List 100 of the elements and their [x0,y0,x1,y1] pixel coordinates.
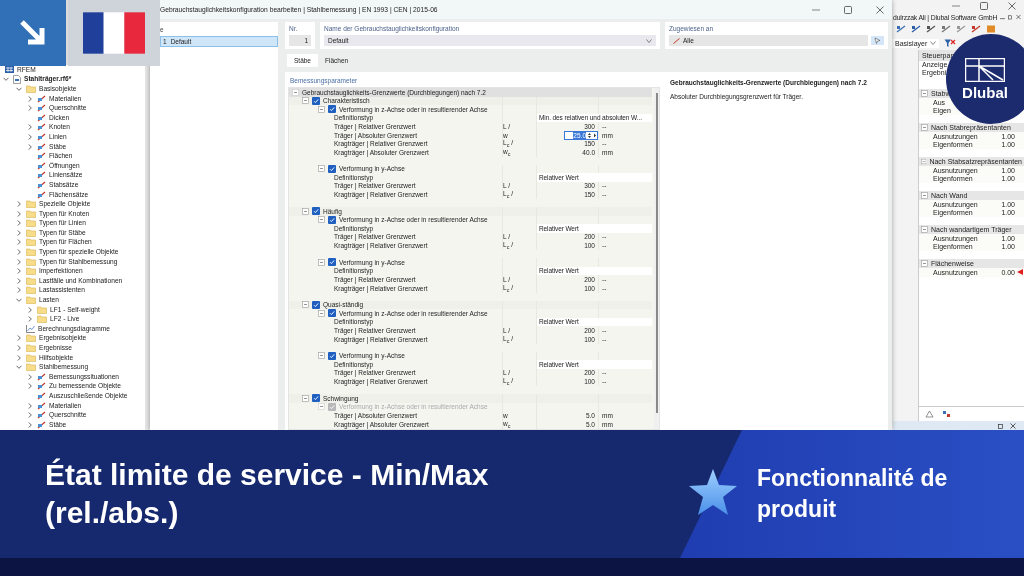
star-icon [688,468,738,516]
collapse-icon[interactable] [302,97,309,105]
maximize-icon[interactable] [980,2,988,10]
chevron-right-icon[interactable] [27,421,33,428]
box-icon[interactable] [986,25,996,33]
collapse-icon[interactable] [921,192,928,199]
collapse-icon[interactable] [921,124,928,131]
checkbox[interactable] [312,96,320,105]
caret-icon [930,41,937,45]
checkbox[interactable] [328,215,336,224]
chevron-down-icon[interactable] [16,86,22,92]
chevron-right-icon[interactable] [27,105,33,112]
spinner-icon[interactable] [587,131,597,139]
collapse-icon[interactable] [302,394,309,402]
arrow-icon [18,18,48,48]
select-button[interactable] [871,36,884,45]
object-icon [37,372,46,381]
chevron-right-icon[interactable] [27,412,33,419]
chevron-right-icon[interactable] [27,383,33,390]
collapse-icon[interactable] [921,90,928,97]
flag-icon [83,12,145,54]
collapse-icon[interactable] [318,352,325,360]
banner-tagline: Fonctionnalité de produit [757,464,949,524]
checkbox[interactable] [328,309,336,318]
checkbox[interactable] [312,394,320,403]
close-icon[interactable] [876,5,884,14]
chevron-right-icon[interactable] [16,268,22,275]
object-icon [37,152,46,161]
checkbox[interactable] [328,351,336,360]
maximize-icon[interactable] [844,5,852,14]
chevron-right-icon[interactable] [16,345,22,351]
cursor-icon [874,37,881,44]
object-icon [37,411,46,420]
chevron-right-icon[interactable] [27,373,33,380]
model-tab-icon[interactable] [925,410,934,418]
support-icon[interactable] [971,25,981,33]
surface-icon[interactable] [956,25,966,33]
checkbox[interactable] [328,258,336,267]
node-icon[interactable] [896,25,906,33]
checkbox[interactable] [312,207,320,216]
bridge-icon [965,57,1005,82]
chevron-down-icon[interactable] [16,297,22,304]
chevron-right-icon[interactable] [16,287,22,294]
object-icon [37,382,46,391]
collapse-icon[interactable] [921,260,928,267]
chevron-right-icon[interactable] [16,229,22,236]
member-icon [673,37,680,44]
results-tab-icon[interactable] [942,410,951,418]
chevron-right-icon[interactable] [27,143,33,150]
chevron-right-icon[interactable] [16,258,22,265]
filter-icon[interactable] [944,38,957,48]
checkbox[interactable] [328,105,336,114]
banner-title: État limite de service - Min/Max (rel./abs.) [45,457,490,531]
chevron-right-icon[interactable] [16,335,22,342]
chevron-right-icon[interactable] [16,354,22,361]
folder-icon [26,85,36,93]
object-icon [37,161,46,170]
object-icon [37,104,46,113]
collapse-icon[interactable] [318,165,325,173]
line-icon[interactable] [911,25,921,33]
chevron-right-icon[interactable] [27,133,33,140]
chevron-right-icon[interactable] [27,124,33,131]
chevron-right-icon[interactable] [27,306,33,313]
collapse-icon[interactable] [318,309,325,317]
file-icon [13,74,21,84]
chevron-down-icon[interactable] [3,76,9,83]
restore-icon[interactable] [1008,14,1014,20]
load-icon[interactable] [941,25,951,33]
chevron-right-icon[interactable] [27,402,33,409]
scrollbar[interactable] [654,88,659,429]
chevron-right-icon[interactable] [16,277,22,284]
chevron-down-icon[interactable] [16,364,22,371]
close-icon[interactable] [1010,422,1016,429]
chevron-right-icon[interactable] [27,95,33,102]
restore-icon[interactable] [998,422,1004,429]
checkbox[interactable] [312,300,320,309]
minimize-icon[interactable] [952,2,960,10]
collapse-icon[interactable] [318,105,325,113]
chevron-right-icon[interactable] [16,201,22,208]
chevron-right-icon[interactable] [16,210,22,217]
chevron-right-icon[interactable] [16,249,22,256]
chevron-right-icon[interactable] [16,239,22,246]
collapse-icon[interactable] [921,158,927,165]
chevron-right-icon[interactable] [27,316,33,323]
collapse-icon[interactable] [302,301,309,309]
chevron-right-icon[interactable] [16,220,22,227]
collapse-icon[interactable] [302,207,309,215]
collapse-icon[interactable] [292,88,299,96]
collapse-icon[interactable] [318,216,325,224]
close-icon[interactable] [1016,14,1021,20]
caret-icon [646,38,652,43]
logo-text: Dlubal [962,83,1008,101]
collapse-icon[interactable] [318,258,325,266]
object-icon [37,420,46,429]
close-icon[interactable] [1008,2,1016,10]
object-icon [37,94,46,103]
member-icon[interactable] [926,25,936,33]
object-icon [37,190,46,199]
collapse-icon[interactable] [921,226,928,233]
checkbox[interactable] [328,164,336,173]
